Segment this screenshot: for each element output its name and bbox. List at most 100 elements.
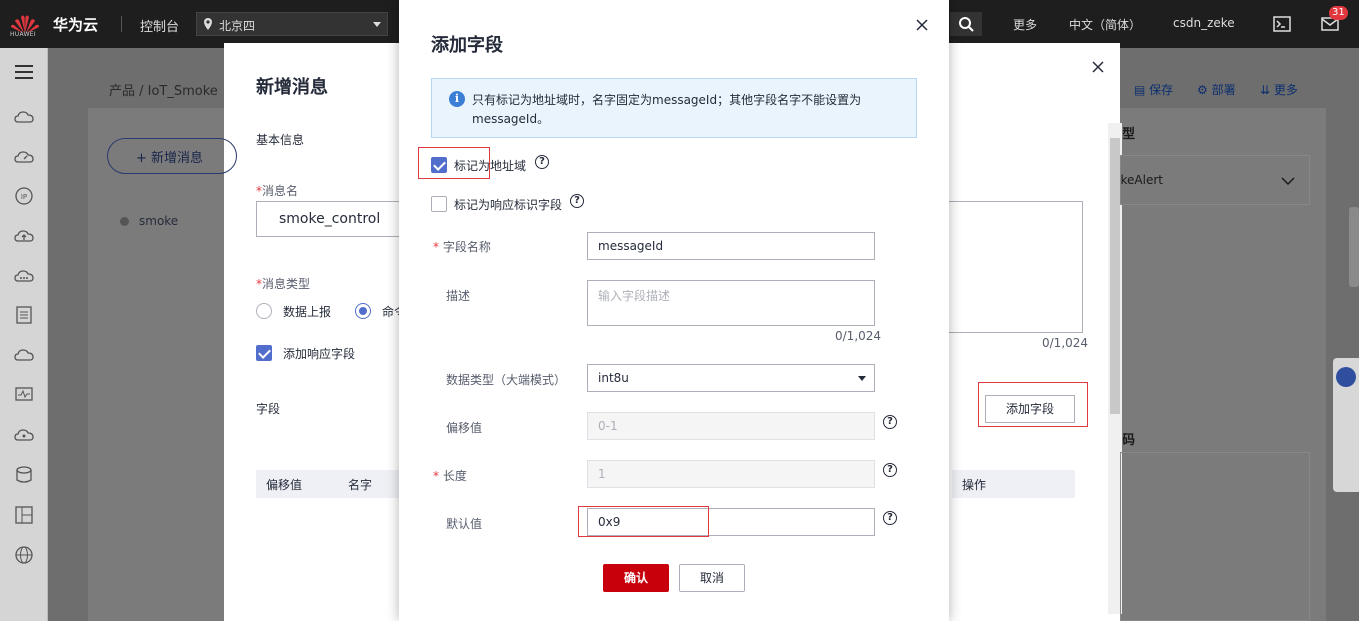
desc-counter: 0/1,024 <box>835 329 882 343</box>
field-name-text: 字段名称 <box>442 240 491 254</box>
add-message-button[interactable]: + 新增消息 <box>107 138 237 174</box>
basic-info-heading: 基本信息 <box>256 133 305 147</box>
cloud-network-icon[interactable] <box>14 425 34 445</box>
add-field-dialog: 添加字段 i 只有标记为地址域时，名字固定为messageId；其他字段名字不能… <box>399 0 949 621</box>
desc-textarea[interactable]: 输入字段描述 <box>587 280 875 326</box>
document-list-icon[interactable] <box>14 305 34 325</box>
user-menu[interactable]: csdn_zeke <box>1173 16 1235 30</box>
type-heading: 类型 <box>1123 127 1135 142</box>
help-icon[interactable]: ? <box>535 155 549 169</box>
radio-data-report[interactable] <box>256 303 272 319</box>
drawer-title: 新增消息 <box>256 77 328 98</box>
help-icon[interactable]: ? <box>883 463 897 477</box>
cloud-gauge-icon[interactable] <box>14 147 34 167</box>
cloud-upload-icon[interactable] <box>14 226 34 246</box>
language-menu[interactable]: 中文（简体） <box>1069 16 1141 33</box>
deploy-label: 部署 <box>1211 83 1236 97</box>
mark-response-label: 标记为响应标识字段 <box>454 198 563 212</box>
highlight-address-checkbox <box>418 147 490 179</box>
radio-data-report-label: 数据上报 <box>283 305 332 319</box>
database-icon[interactable] <box>14 465 34 485</box>
help-icon[interactable]: ? <box>883 415 897 429</box>
save-label: 保存 <box>1149 83 1174 97</box>
location-pin-icon <box>204 18 212 30</box>
fields-heading: 字段 <box>256 402 281 416</box>
dialog-title: 添加字段 <box>431 35 503 56</box>
region-select[interactable]: 北京四 <box>196 12 388 36</box>
table-header-actions: 操作 <box>952 470 1075 498</box>
highlight-default-value <box>578 506 709 537</box>
help-icon[interactable]: ? <box>570 194 584 208</box>
add-response-label: 添加响应字段 <box>283 347 356 361</box>
drawer-scroll-thumb[interactable] <box>1110 138 1120 414</box>
desc-label: 描述 <box>446 289 471 303</box>
radio-command[interactable] <box>355 303 371 319</box>
radio-command-label: 命令下发 <box>382 305 400 319</box>
logo-caption: HUAWEI <box>10 31 36 38</box>
deploy-link[interactable]: ⚙ 部署 <box>1197 81 1236 98</box>
add-message-label: 新增消息 <box>151 151 204 166</box>
encoding-panel <box>1120 452 1310 621</box>
search-button[interactable] <box>950 12 982 36</box>
length-text: 长度 <box>442 469 467 483</box>
length-label: * 长度 <box>433 469 467 483</box>
console-link[interactable]: 控制台 <box>140 16 179 35</box>
message-type-select[interactable]: SmokeAlert <box>1120 155 1310 205</box>
menu-icon[interactable] <box>14 62 34 82</box>
notification-badge: 31 <box>1329 6 1348 20</box>
ip-icon[interactable]: IP <box>14 186 34 206</box>
more-menu[interactable]: 更多 <box>1013 16 1037 33</box>
close-icon[interactable] <box>1090 59 1106 75</box>
globe-icon[interactable] <box>14 545 34 565</box>
more-label: 更多 <box>1273 83 1298 97</box>
more-link[interactable]: ⇊ 更多 <box>1260 81 1298 98</box>
message-desc-textarea[interactable] <box>948 201 1083 333</box>
brand-name[interactable]: 华为云 <box>53 14 98 35</box>
chevron-down-icon <box>1281 177 1295 186</box>
table-header-name: 名字 <box>338 470 400 498</box>
msg-name-label: *消息名 <box>256 184 299 198</box>
field-name-label: * 字段名称 <box>433 240 491 254</box>
divider <box>121 16 122 32</box>
msg-name-input[interactable]: smoke_control <box>256 201 406 237</box>
message-list-item[interactable]: smoke <box>139 214 178 228</box>
highlight-add-field <box>978 382 1088 427</box>
offset-input: 0-1 <box>587 412 875 440</box>
search-icon <box>959 17 974 32</box>
terminal-icon[interactable] <box>1272 14 1292 34</box>
cancel-button[interactable]: 取消 <box>679 564 745 592</box>
svg-text:IP: IP <box>21 193 27 201</box>
monitor-icon[interactable] <box>14 385 34 405</box>
region-label: 北京四 <box>219 19 256 33</box>
breadcrumb[interactable]: 产品 / IoT_Smoke <box>109 80 218 99</box>
cloud-server-icon[interactable] <box>14 107 34 127</box>
assistant-icon[interactable] <box>1336 367 1356 387</box>
encoding-heading: 编码 <box>1123 433 1135 448</box>
msg-type-text: 消息类型 <box>262 277 311 291</box>
data-type-label: 数据类型（大端模式） <box>446 373 567 387</box>
data-type-value: int8u <box>598 371 629 385</box>
length-input: 1 <box>587 460 875 488</box>
info-notice: i 只有标记为地址域时，名字固定为messageId；其他字段名字不能设置为me… <box>431 78 917 138</box>
page-scrollbar[interactable] <box>1349 207 1359 287</box>
table-header-offset: 偏移值 <box>256 470 338 498</box>
msg-name-text: 消息名 <box>262 184 299 198</box>
service-sidebar: IP <box>0 48 48 621</box>
textarea-counter: 0/1,024 <box>1042 336 1089 350</box>
layout-icon[interactable] <box>14 505 34 525</box>
add-response-checkbox[interactable] <box>256 345 272 361</box>
data-type-select[interactable]: int8u <box>587 364 875 392</box>
caret-down-icon <box>858 376 866 381</box>
save-link[interactable]: ▤ 保存 <box>1134 81 1173 98</box>
message-type-value: SmokeAlert <box>1121 173 1163 187</box>
cloud-dots-icon[interactable] <box>14 266 34 286</box>
close-icon[interactable] <box>915 18 929 32</box>
mark-response-checkbox[interactable] <box>431 196 447 212</box>
help-icon[interactable]: ? <box>883 511 897 525</box>
info-text: 只有标记为地址域时，名字固定为messageId；其他字段名字不能设置为mess… <box>472 93 862 126</box>
field-name-input[interactable]: messageId <box>587 232 875 260</box>
confirm-button[interactable]: 确认 <box>603 564 669 592</box>
status-dot <box>120 217 129 226</box>
offset-label: 偏移值 <box>446 421 483 435</box>
cloud-icon[interactable] <box>14 345 34 365</box>
